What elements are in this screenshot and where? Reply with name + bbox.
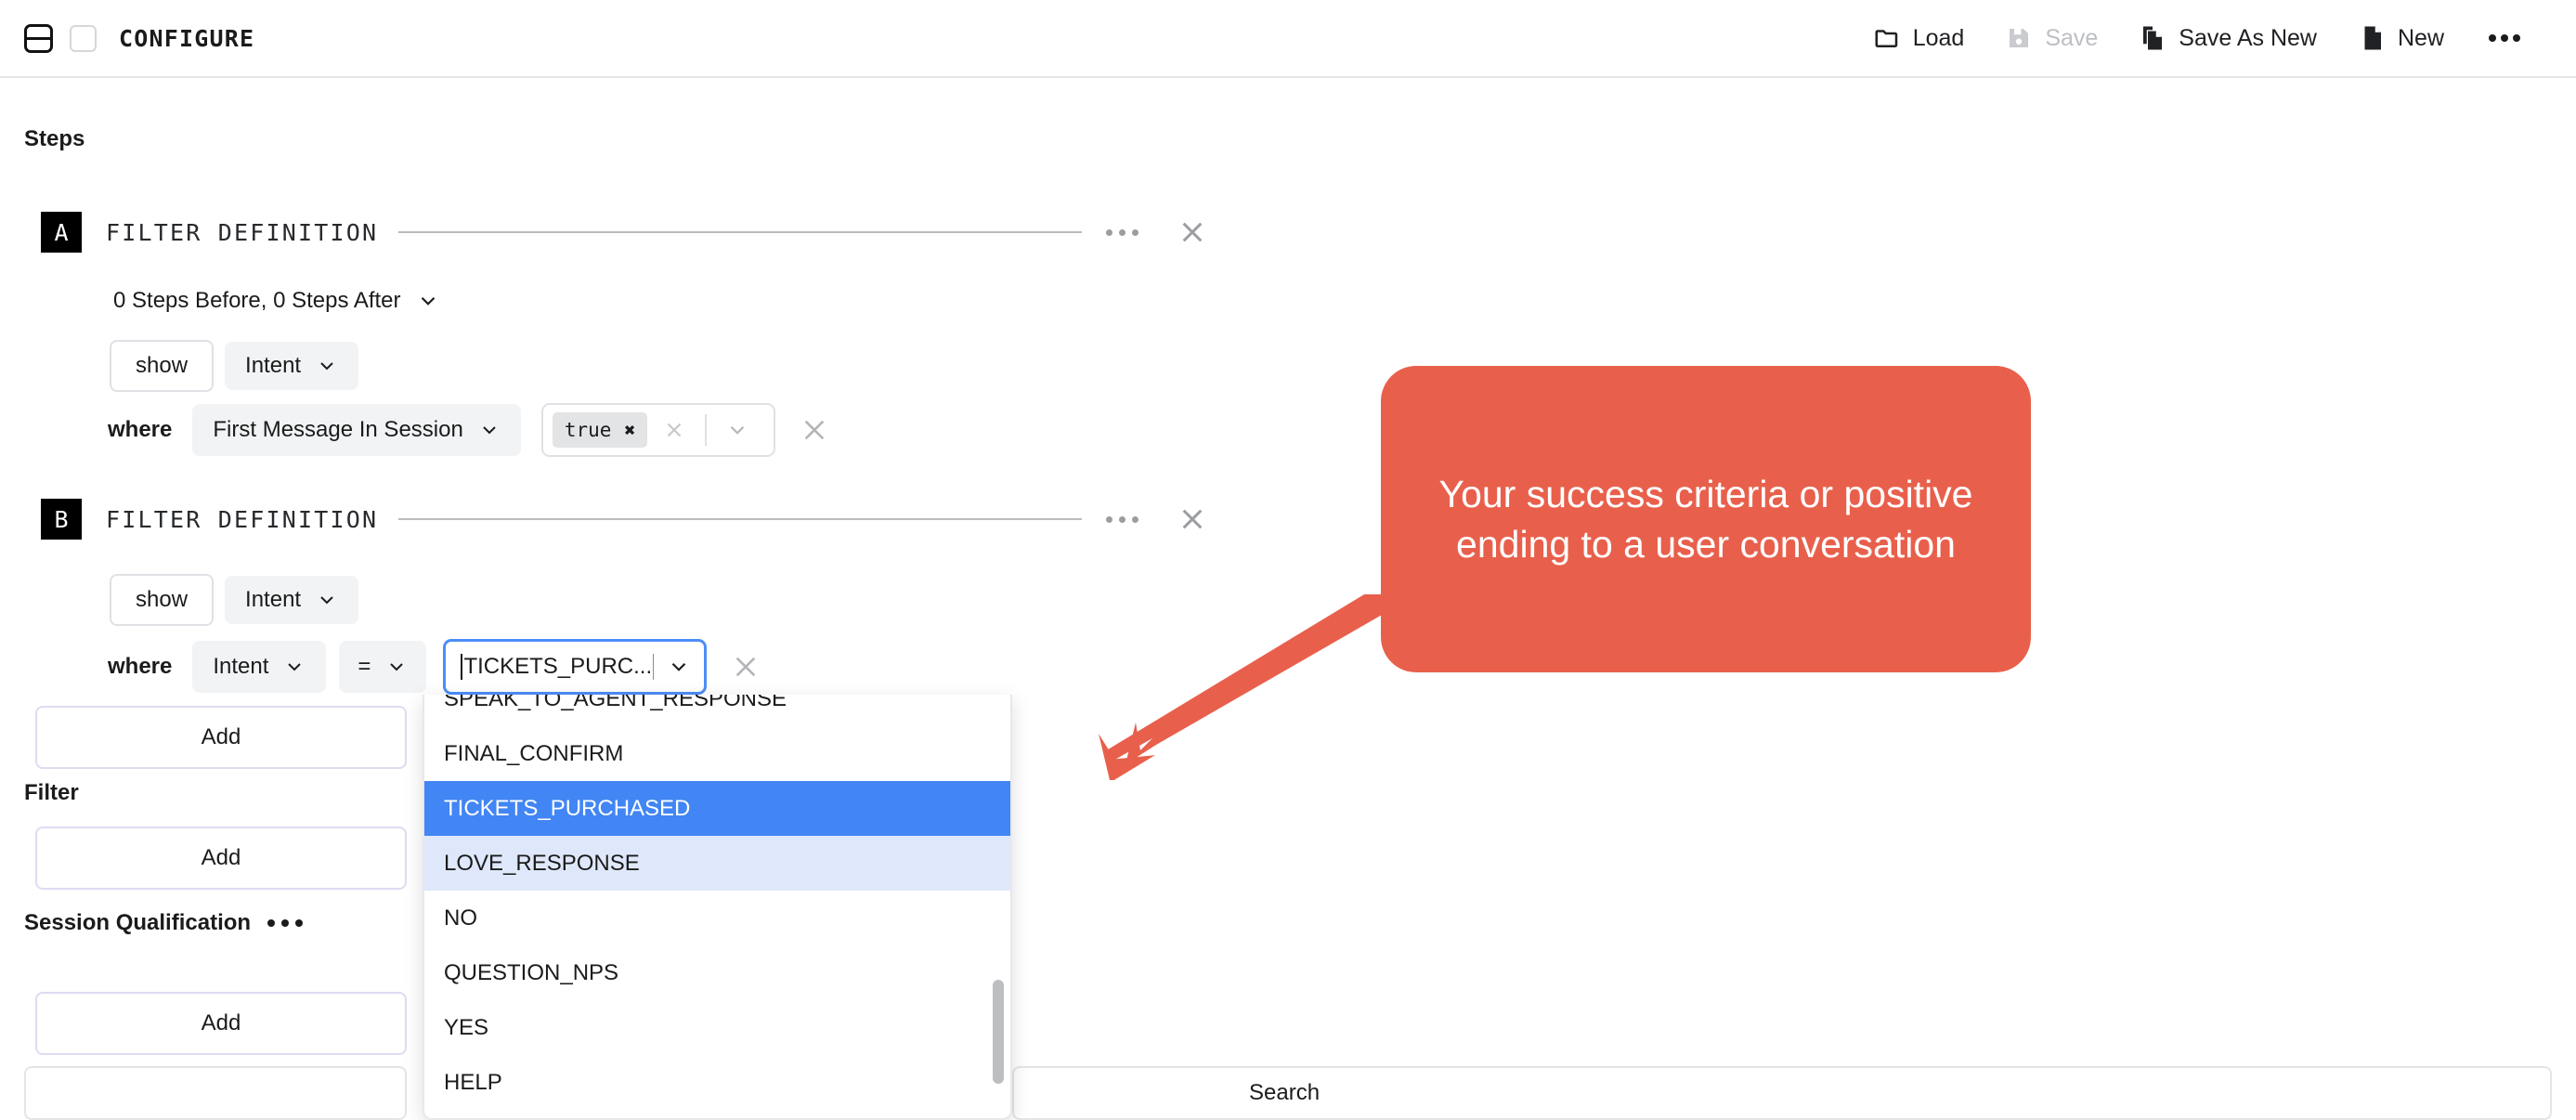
divider: [705, 414, 708, 446]
new-button-label: New: [2397, 24, 2444, 51]
copy-file-icon: [2139, 24, 2166, 52]
chevron-down-icon: [283, 656, 306, 678]
chevron-down-icon: [416, 289, 440, 313]
steps-add-button[interactable]: Add: [35, 706, 407, 769]
chevron-down-icon: [316, 589, 338, 611]
dropdown-option-selected[interactable]: TICKETS_PURCHASED: [424, 781, 1010, 836]
filter-b-show-field[interactable]: Intent: [225, 576, 359, 624]
filter-a-value-chip[interactable]: true ✖: [552, 412, 648, 448]
filter-a-show-field[interactable]: Intent: [225, 342, 359, 390]
filter-a-chevron-down-icon[interactable]: [710, 418, 764, 442]
filter-b-condition-remove-icon[interactable]: [731, 652, 761, 682]
intent-value-dropdown[interactable]: SPEAK_TO_AGENT_RESPONSE FINAL_CONFIRM TI…: [423, 695, 1012, 1120]
filter-a-value-box[interactable]: true ✖: [540, 403, 776, 457]
filter-b-where-field-label: Intent: [213, 654, 269, 679]
folder-icon: [1873, 24, 1901, 52]
dropdown-option[interactable]: NO: [424, 891, 1010, 945]
filter-a-show-row: show Intent: [110, 340, 359, 392]
toolbar-right-group: Load Save Save As New New: [1853, 17, 2576, 59]
filter-a-rule: [398, 231, 1083, 233]
session-qualification-header: Session Qualification: [24, 910, 304, 936]
callout-tooltip: Your success criteria or positive ending…: [1381, 366, 2031, 672]
chevron-down-icon: [478, 419, 501, 441]
filter-a-badge: A: [41, 212, 82, 253]
dropdown-option[interactable]: QUESTION_NPS: [424, 945, 1010, 1000]
filter-a-show-button[interactable]: show: [110, 340, 215, 392]
dropdown-option[interactable]: HELP: [424, 1055, 1010, 1110]
save-as-new-button-label: Save As New: [2179, 24, 2317, 51]
filter-a-title: FILTER DEFINITION: [106, 218, 379, 246]
filter-b-chevron-down-icon[interactable]: [667, 655, 691, 679]
bottom-left-panel[interactable]: [24, 1066, 407, 1120]
filter-a-condition-remove-icon[interactable]: [800, 415, 829, 445]
dropdown-option-hovered[interactable]: LOVE_RESPONSE: [424, 836, 1010, 891]
filter-b-value-input[interactable]: TICKETS_PURC...: [443, 639, 708, 695]
session-qualification-add-button[interactable]: Add: [35, 992, 407, 1055]
filter-a-where-field-label: First Message In Session: [213, 417, 463, 442]
filter-b-show-field-label: Intent: [245, 587, 302, 612]
panel-layout-icon[interactable]: [24, 23, 53, 53]
filter-b-more-horizontal-icon[interactable]: [1106, 515, 1139, 523]
filter-a-show-field-label: Intent: [245, 353, 302, 378]
save-as-new-button[interactable]: Save As New: [2118, 17, 2337, 59]
toolbar-left-group: CONFIGURE: [0, 23, 255, 53]
bottom-search-panel[interactable]: [1012, 1066, 2552, 1120]
filter-b-where-row: where Intent = TICKETS_PURC...: [108, 639, 761, 695]
filter-a-more-horizontal-icon[interactable]: [1106, 228, 1139, 236]
filter-a-where-field[interactable]: First Message In Session: [192, 404, 521, 456]
filter-b-operator-field[interactable]: =: [339, 641, 427, 693]
filter-a-steps-selector[interactable]: 0 Steps Before, 0 Steps After: [113, 288, 440, 314]
filter-b-close-icon[interactable]: [1177, 504, 1207, 534]
filter-add-button[interactable]: Add: [35, 827, 407, 890]
filter-b-where-field[interactable]: Intent: [192, 641, 327, 693]
filter-b-value-input-text: TICKETS_PURC...: [461, 654, 655, 680]
filter-a-where-label: where: [108, 417, 173, 442]
callout-text: Your success criteria or positive ending…: [1438, 472, 1973, 566]
filter-a-value-chip-label: true: [564, 419, 612, 441]
dropdown-option[interactable]: SPEAK_TO_AGENT_RESPONSE: [424, 695, 1010, 726]
chevron-down-icon: [316, 355, 338, 377]
vertical-scrollbar[interactable]: [993, 980, 1004, 1084]
dropdown-option[interactable]: YES: [424, 1000, 1010, 1055]
checkbox-icon[interactable]: [70, 24, 97, 52]
floppy-disk-icon: [2005, 24, 2033, 52]
filter-b-where-label: where: [108, 654, 173, 679]
filter-a-steps-selector-label: 0 Steps Before, 0 Steps After: [113, 288, 401, 313]
top-toolbar: CONFIGURE Load Save Save As New New: [0, 0, 2576, 78]
filter-a-close-icon[interactable]: [1177, 217, 1207, 247]
filter-a-clear-icon[interactable]: [647, 418, 701, 442]
filter-b-badge: B: [41, 499, 82, 540]
file-icon: [2358, 24, 2386, 52]
chevron-down-icon: [385, 656, 408, 678]
new-button[interactable]: New: [2337, 17, 2465, 59]
steps-label: Steps: [24, 126, 85, 151]
filter-definition-b-header: B FILTER DEFINITION: [41, 499, 1207, 540]
filter-b-operator-label: =: [358, 654, 371, 679]
save-button[interactable]: Save: [1984, 17, 2118, 59]
filter-a-where-row: where First Message In Session true ✖: [108, 403, 829, 457]
load-button[interactable]: Load: [1853, 17, 1985, 59]
filter-b-show-row: show Intent: [110, 574, 359, 626]
load-button-label: Load: [1912, 24, 1965, 51]
close-icon[interactable]: ✖: [624, 421, 635, 439]
app-root: CONFIGURE Load Save Save As New New Step…: [0, 0, 2576, 1120]
dropdown-list: SPEAK_TO_AGENT_RESPONSE FINAL_CONFIRM TI…: [424, 695, 1010, 1110]
filter-b-rule: [398, 518, 1083, 520]
session-qualification-more-horizontal-icon[interactable]: [267, 919, 304, 927]
filter-b-title: FILTER DEFINITION: [106, 505, 379, 533]
filter-section-label: Filter: [24, 780, 79, 805]
filter-b-show-button[interactable]: show: [110, 574, 215, 626]
session-qualification-label: Session Qualification: [24, 910, 252, 935]
page-title: CONFIGURE: [119, 24, 255, 52]
save-button-label: Save: [2045, 24, 2099, 51]
more-horizontal-icon[interactable]: [2465, 27, 2544, 49]
search-label: Search: [1249, 1080, 1321, 1105]
dropdown-option[interactable]: FINAL_CONFIRM: [424, 726, 1010, 781]
filter-definition-a-header: A FILTER DEFINITION: [41, 212, 1207, 253]
